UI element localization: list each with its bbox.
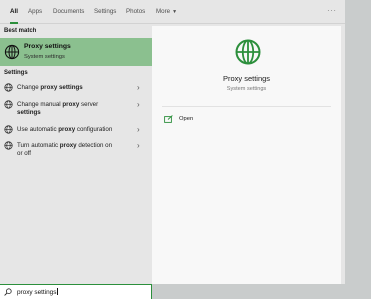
best-match-title: Proxy settings: [24, 43, 71, 50]
result-label: Change proxy settings: [17, 84, 83, 91]
best-match-result[interactable]: Proxy settings System settings: [0, 38, 152, 66]
tab-all[interactable]: All: [10, 0, 18, 24]
globe-icon: [4, 125, 13, 134]
chevron-right-icon[interactable]: ›: [137, 100, 140, 109]
chevron-right-icon[interactable]: ›: [137, 141, 140, 150]
search-icon: [4, 288, 12, 296]
tab-photos[interactable]: Photos: [126, 0, 145, 24]
preview-pane: Proxy settings System settings Open: [152, 26, 341, 284]
globe-icon: [4, 141, 13, 150]
more-options-button[interactable]: ···: [327, 0, 337, 24]
globe-icon: [4, 83, 13, 92]
search-panel: All Apps Documents Settings Photos More ▼…: [0, 0, 345, 284]
preview-title: Proxy settings: [222, 74, 271, 83]
preview-subtitle: System settings: [226, 86, 267, 92]
globe-icon: [4, 44, 20, 60]
tab-settings[interactable]: Settings: [94, 0, 116, 24]
open-button[interactable]: Open: [164, 114, 224, 126]
result-label: Change manual proxy server settings: [17, 101, 99, 117]
tab-more-label: More: [156, 8, 171, 15]
caret-down-icon: ▼: [172, 9, 178, 15]
result-label: Use automatic proxy configuration: [17, 126, 113, 133]
best-match-heading: Best match: [4, 28, 37, 34]
result-label: Turn automatic proxy detection on or off: [17, 142, 113, 158]
best-match-subtitle: System settings: [24, 54, 65, 60]
chevron-right-icon[interactable]: ›: [137, 83, 140, 92]
search-window: All Apps Documents Settings Photos More ▼…: [0, 0, 371, 299]
open-icon: [164, 115, 173, 123]
tab-more[interactable]: More ▼: [156, 0, 177, 24]
chevron-right-icon[interactable]: ›: [137, 125, 140, 134]
settings-heading: Settings: [4, 70, 28, 76]
tab-documents[interactable]: Documents: [53, 0, 84, 24]
results-list: Best match Proxy settings System setting…: [0, 24, 152, 284]
globe-icon: [4, 100, 13, 109]
divider: [162, 106, 331, 107]
tab-bar: All Apps Documents Settings Photos More ▼…: [0, 0, 345, 24]
taskbar-area: [152, 284, 371, 299]
tab-apps[interactable]: Apps: [28, 0, 42, 24]
search-input[interactable]: proxy settings: [17, 288, 58, 296]
globe-icon: [235, 39, 261, 65]
open-label: Open: [179, 116, 194, 122]
search-box[interactable]: proxy settings: [0, 284, 152, 299]
